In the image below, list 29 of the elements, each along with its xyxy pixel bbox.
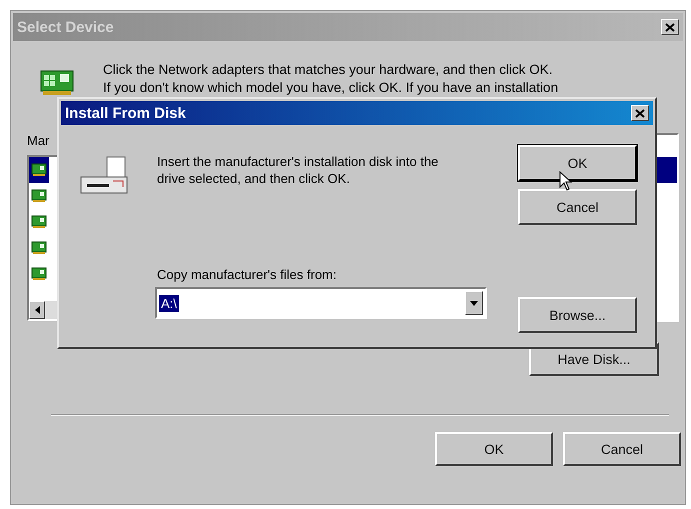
down-arrow-icon <box>470 300 478 306</box>
dialog-button[interactable]: Cancel <box>518 189 637 225</box>
close-button[interactable] <box>631 105 649 121</box>
field-value: A:\ <box>159 294 179 312</box>
dialog-button[interactable]: Cancel <box>563 432 681 466</box>
left-arrow-icon <box>34 306 40 314</box>
dropdown-button[interactable] <box>465 291 483 315</box>
list-label: Mar <box>27 133 50 150</box>
network-card-icon <box>31 162 47 178</box>
scroll-left-button[interactable] <box>29 301 45 319</box>
network-card-icon <box>31 214 47 230</box>
mouse-cursor-icon <box>559 171 573 191</box>
instruction-text: Click the Network adapters that matches your hardware, and then click OK. <box>103 61 554 79</box>
close-icon <box>635 108 645 118</box>
dialog-button[interactable]: OK <box>518 145 637 181</box>
close-icon <box>665 22 675 32</box>
network-card-icon <box>31 188 47 204</box>
list-item[interactable] <box>29 157 49 183</box>
window-title: Select Device <box>17 18 114 36</box>
path-combo-box[interactable]: A:\ <box>155 287 487 319</box>
network-card-icon <box>31 266 47 282</box>
dialog-button[interactable]: OK <box>435 432 553 466</box>
browse-button[interactable]: Browse... <box>518 297 637 333</box>
field-label: Copy manufacturer's files from: <box>157 267 338 284</box>
close-button[interactable] <box>661 19 679 35</box>
dialog-title: Install From Disk <box>65 104 186 122</box>
instruction-text: If you don't know which model you have, click OK. If you have an installation <box>103 79 558 97</box>
network-card-icon <box>31 240 47 256</box>
instruction-text: Insert the manufacturer's installation disk into the drive selected, and then click OK. <box>157 153 440 188</box>
